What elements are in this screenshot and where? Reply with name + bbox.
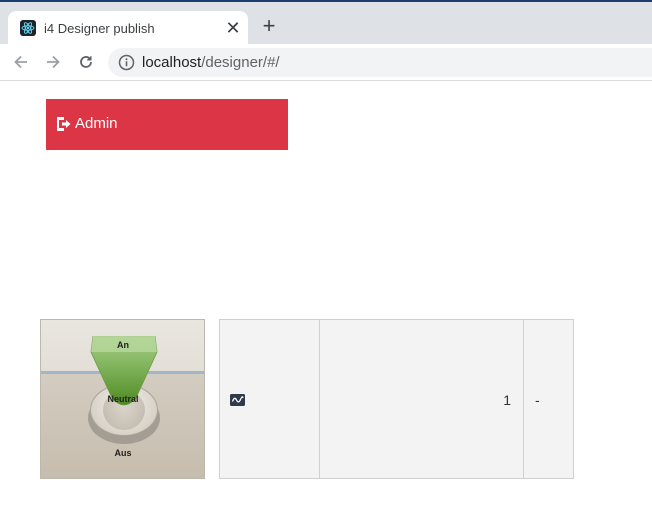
info-icon[interactable] bbox=[118, 54, 135, 71]
browser-toolbar: localhost/designer/#/ bbox=[0, 44, 652, 81]
url-host: localhost bbox=[142, 54, 202, 71]
address-bar[interactable]: localhost/designer/#/ bbox=[108, 48, 652, 77]
data-unit: - bbox=[535, 392, 540, 408]
url-text: localhost/designer/#/ bbox=[142, 54, 280, 71]
switch-label-neutral: Neutral bbox=[107, 394, 139, 404]
switch-label-off: Aus bbox=[114, 448, 132, 458]
three-position-switch[interactable]: An Neutral Aus bbox=[40, 319, 205, 479]
data-row: 1 - bbox=[219, 319, 574, 479]
data-value: 1 bbox=[503, 392, 511, 408]
forward-arrow-icon[interactable] bbox=[43, 52, 63, 72]
signal-wave-icon bbox=[230, 393, 245, 406]
data-row-icon-cell bbox=[220, 320, 320, 478]
admin-button[interactable]: Admin bbox=[46, 99, 288, 150]
browser-tab[interactable]: i4 Designer publish ✕ bbox=[8, 11, 248, 46]
tab-title: i4 Designer publish bbox=[44, 21, 155, 36]
back-arrow-icon[interactable] bbox=[11, 52, 31, 72]
data-row-value-cell: 1 bbox=[320, 320, 524, 478]
url-path: /designer/#/ bbox=[201, 54, 280, 71]
new-tab-button[interactable]: + bbox=[258, 15, 280, 38]
browser-tab-strip: i4 Designer publish ✕ + bbox=[0, 0, 652, 46]
close-tab-icon[interactable]: ✕ bbox=[224, 19, 242, 37]
switch-label-on: An bbox=[117, 340, 129, 350]
data-row-unit-cell: - bbox=[524, 320, 573, 478]
reload-icon[interactable] bbox=[76, 52, 96, 72]
sign-out-icon bbox=[55, 116, 71, 132]
admin-button-label: Admin bbox=[75, 115, 118, 132]
react-favicon-icon bbox=[20, 20, 36, 36]
